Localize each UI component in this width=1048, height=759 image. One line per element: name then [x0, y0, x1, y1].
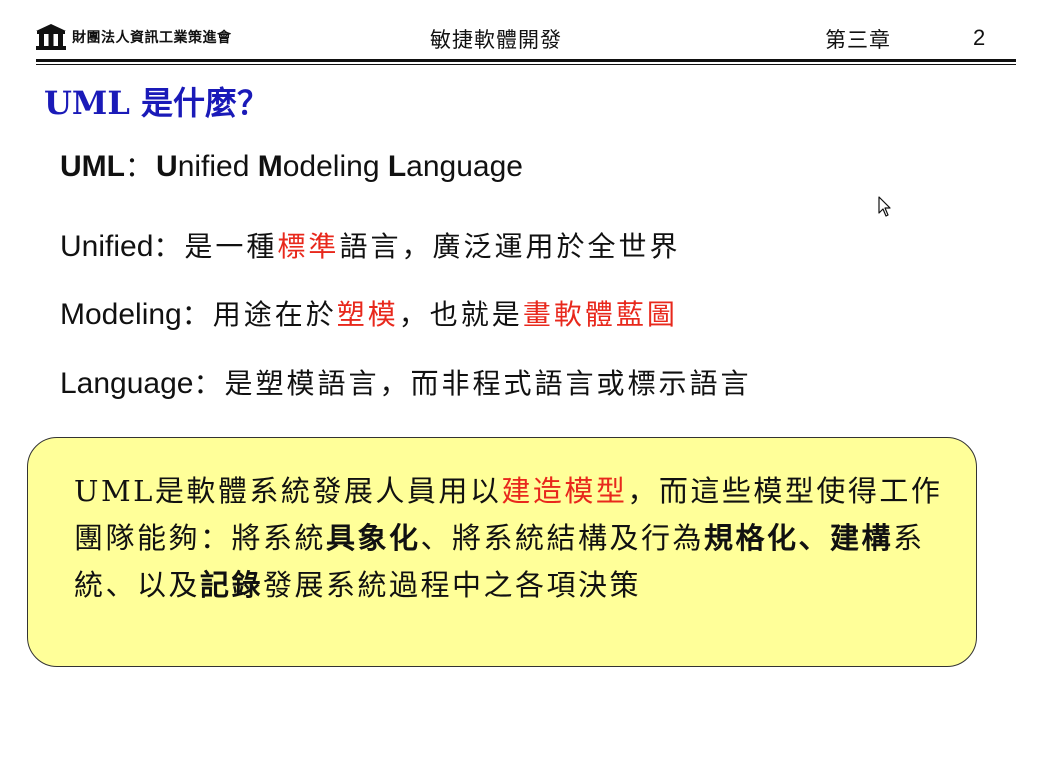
- def-u: U: [60, 150, 82, 183]
- def-l: L: [387, 150, 407, 183]
- mouse-pointer-icon: [878, 196, 891, 217]
- callout-bold-specify-construct: 規格化、建構: [704, 521, 894, 555]
- unified-text-1: 是一種: [184, 230, 278, 263]
- def-anguage: anguage: [406, 150, 523, 183]
- callout-text: UML是軟體系統發展人員用以建造模型，而這些模型使得工作團隊能夠：將系統具象化、…: [74, 468, 954, 609]
- def-m: M: [257, 150, 283, 183]
- def-ml: ML: [81, 150, 125, 183]
- slide-header: 財團法人資訊工業策進會 敏捷軟體開發 第三章 2: [0, 0, 1048, 70]
- callout-highlight-build-model: 建造模型: [501, 474, 628, 508]
- callout-part-1: UML是軟體系統發展人員用以: [74, 474, 502, 508]
- unified-line: Unified：是一種標準語言，廣泛運用於全世界: [60, 225, 680, 265]
- language-line: Language：是塑模語言，而非程式語言或標示語言: [60, 362, 752, 402]
- summary-callout: UML是軟體系統發展人員用以建造模型，而這些模型使得工作團隊能夠：將系統具象化、…: [27, 437, 977, 667]
- callout-bold-document: 記錄: [200, 568, 264, 602]
- modeling-term: Modeling: [60, 298, 182, 331]
- page-number: 2: [973, 25, 986, 50]
- modeling-highlight-2: 畫軟體藍圖: [522, 298, 678, 331]
- uml-definition: UML：Unified Modeling Language: [60, 145, 523, 185]
- callout-part-3: 、將系統結構及行為: [420, 521, 705, 555]
- building-columns-logo: [36, 24, 66, 50]
- chapter-label: 第三章: [825, 28, 891, 52]
- language-text: 是塑模語言，而非程式語言或標示語言: [224, 367, 752, 400]
- modeling-line: Modeling：用途在於塑模，也就是畫軟體藍圖: [60, 293, 678, 333]
- modeling-text-2: ，也就是: [398, 298, 523, 331]
- modeling-text-1: 用途在於: [212, 298, 337, 331]
- unified-highlight: 標準: [277, 230, 340, 263]
- def-u2: U: [156, 150, 178, 183]
- course-title: 敏捷軟體開發: [430, 28, 562, 52]
- def-odeling: odeling: [282, 150, 388, 183]
- def-colon: ：: [125, 150, 157, 183]
- unified-term: Unified: [60, 230, 154, 263]
- org-name: 財團法人資訊工業策進會: [72, 30, 232, 46]
- callout-bold-visualize: 具象化: [326, 521, 421, 555]
- language-colon: ：: [193, 367, 225, 400]
- modeling-colon: ：: [181, 298, 213, 331]
- unified-colon: ：: [153, 230, 185, 263]
- language-term: Language: [60, 367, 194, 400]
- org-logo: 財團法人資訊工業策進會: [36, 22, 232, 52]
- modeling-highlight-1: 塑模: [336, 298, 399, 331]
- callout-part-5: 發展系統過程中之各項決策: [263, 568, 642, 602]
- slide-title: UML 是什麼？: [44, 84, 269, 122]
- header-divider-thin: [36, 64, 1016, 65]
- unified-text-2: 語言，廣泛運用於全世界: [339, 230, 681, 263]
- def-nified: nified: [177, 150, 258, 183]
- header-divider-thick: [36, 59, 1016, 62]
